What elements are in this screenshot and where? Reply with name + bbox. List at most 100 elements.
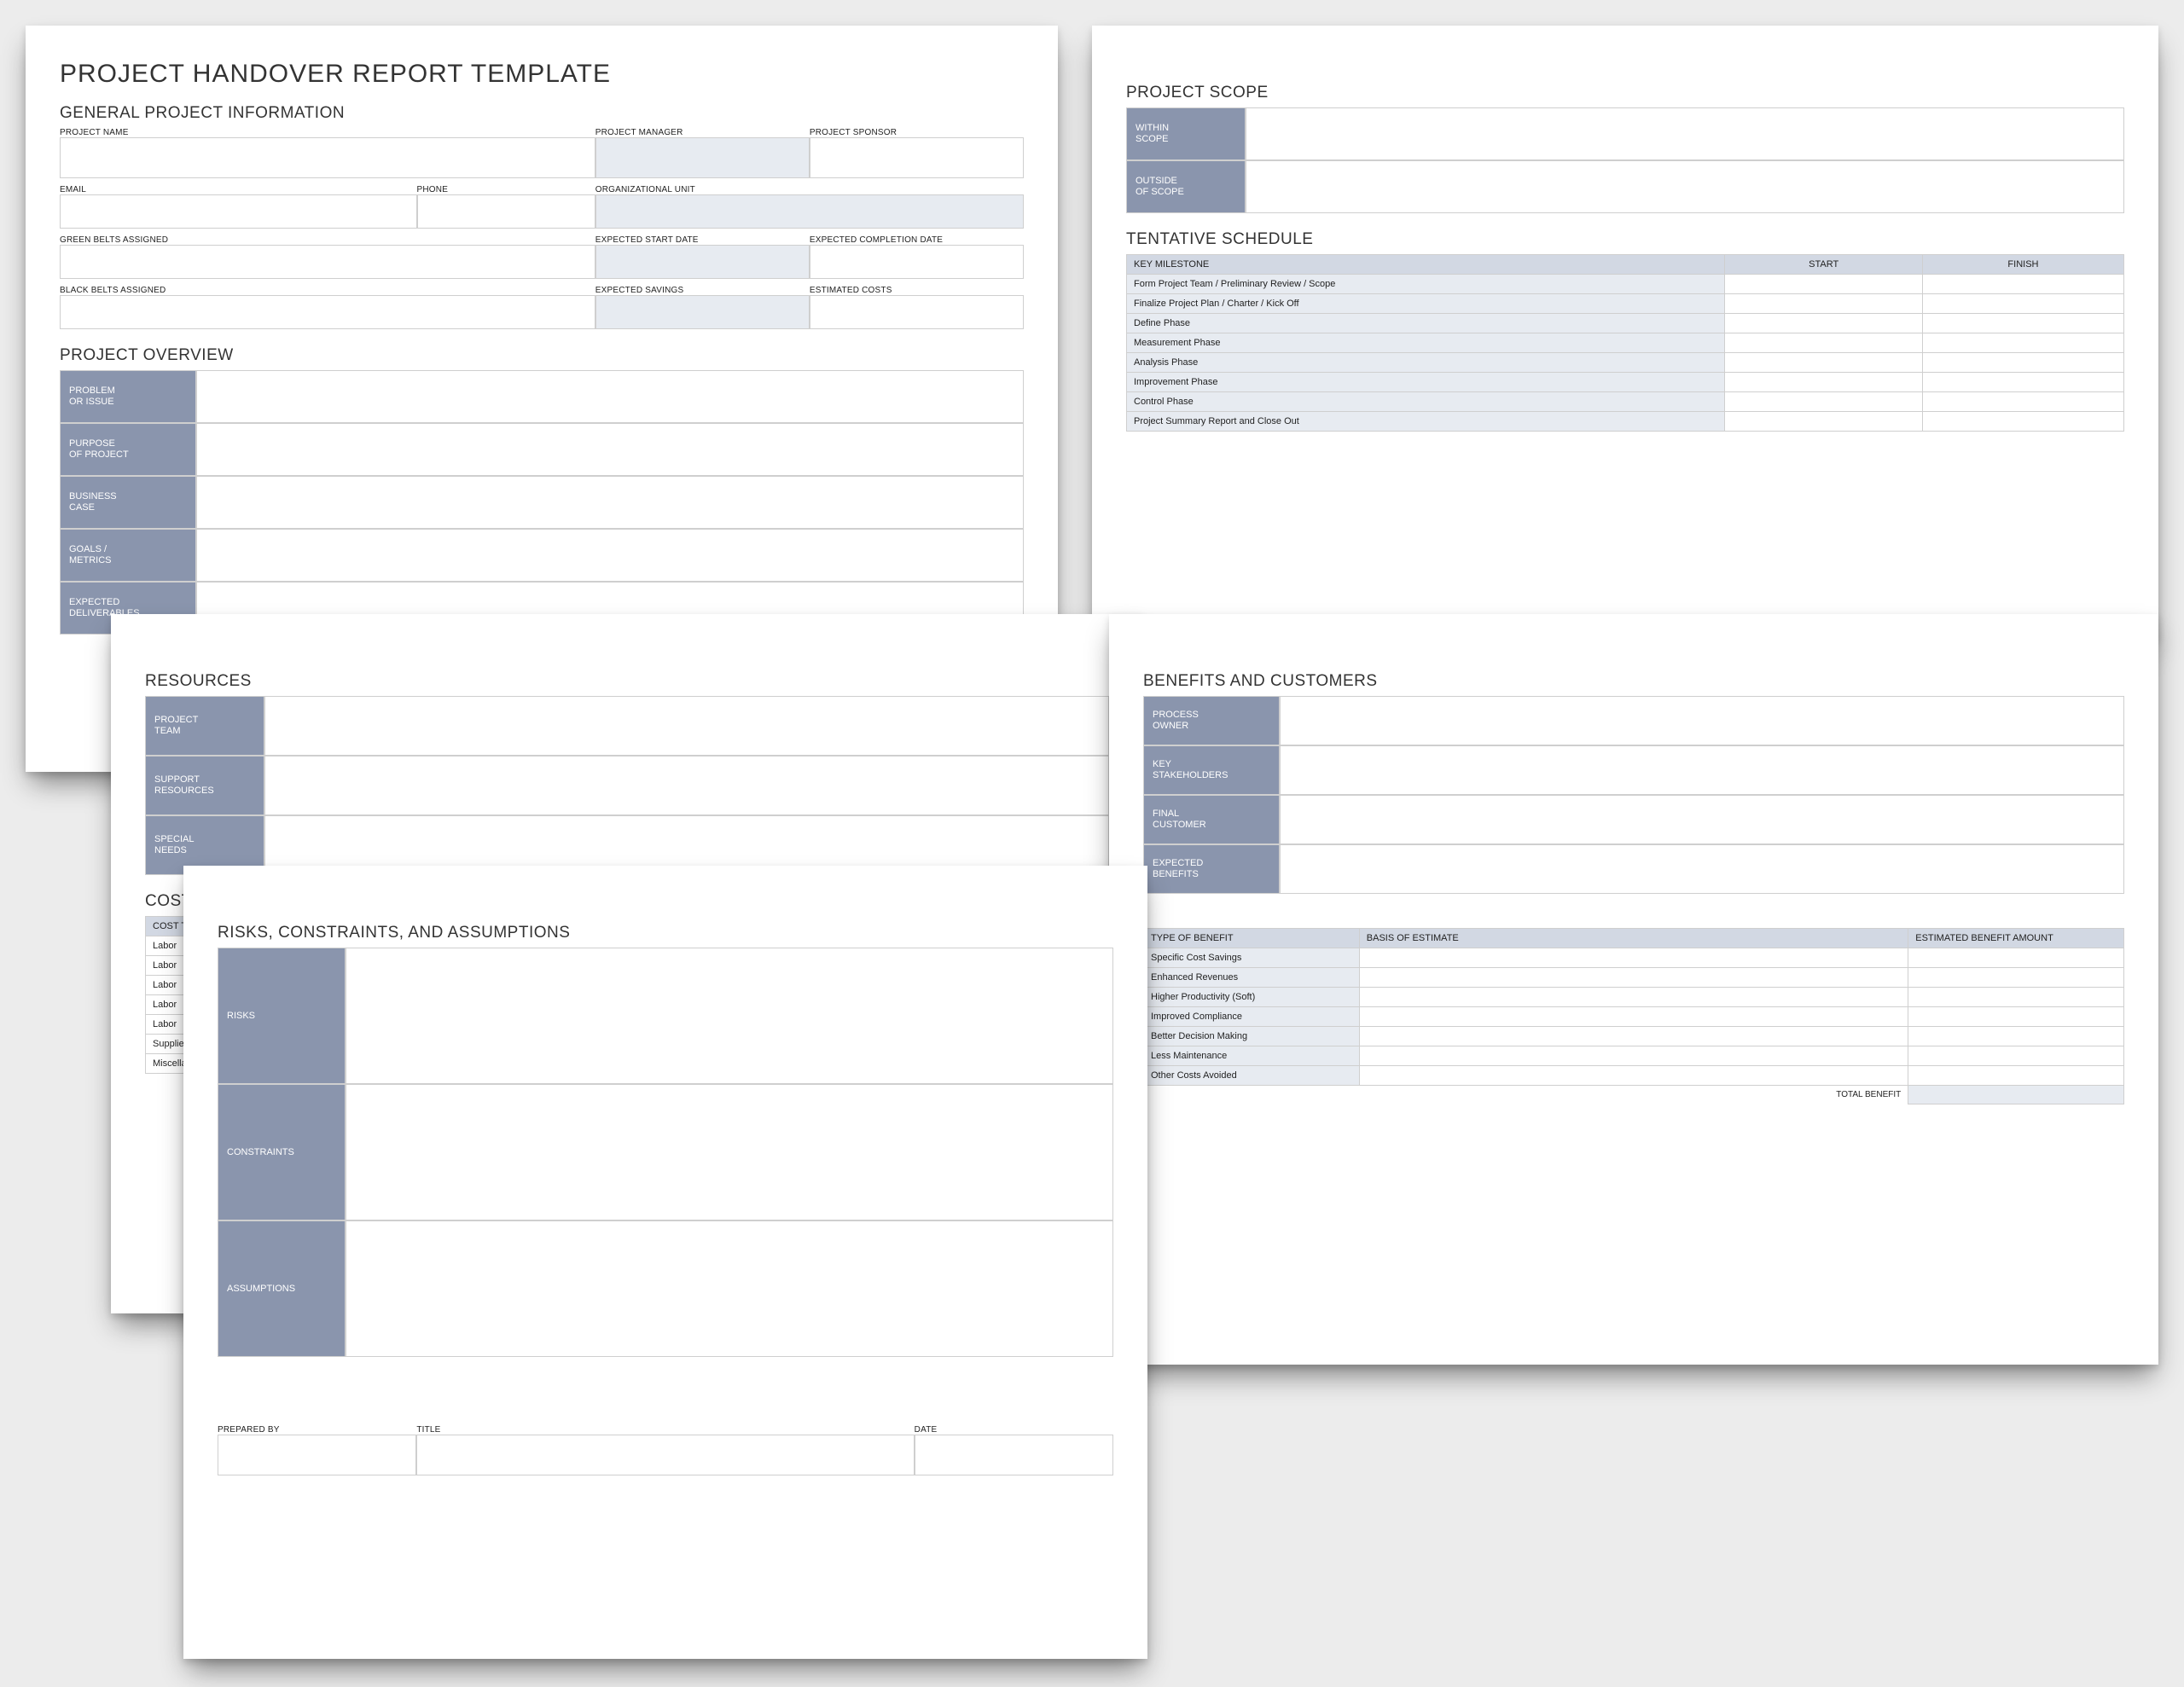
schedule-start-5[interactable] <box>1725 373 1923 392</box>
label-project-sponsor: PROJECT SPONSOR <box>810 128 1024 137</box>
schedule-finish-5[interactable] <box>1922 373 2123 392</box>
risks-value-1[interactable] <box>346 1084 1113 1220</box>
resources-value-1[interactable] <box>264 756 1109 815</box>
section-overview-title: PROJECT OVERVIEW <box>60 346 1024 365</box>
resources-label-0: PROJECT TEAM <box>145 696 264 756</box>
benefit-amount-5[interactable] <box>1908 1046 2124 1066</box>
schedule-header-finish: FINISH <box>1922 255 2123 275</box>
schedule-start-1[interactable] <box>1725 294 1923 314</box>
benefit-row-4: Better Decision Making <box>1144 1027 1360 1046</box>
benefits-row: PROCESS OWNER <box>1143 696 2124 745</box>
benefit-amount-0[interactable] <box>1908 948 2124 968</box>
input-email[interactable] <box>60 194 417 229</box>
overview-value-3[interactable] <box>196 529 1024 582</box>
benefit-basis-6[interactable] <box>1359 1066 1908 1086</box>
scope-label-1: OUTSIDE OF SCOPE <box>1126 160 1246 213</box>
benefit-basis-4[interactable] <box>1359 1027 1908 1046</box>
benefit-basis-0[interactable] <box>1359 948 1908 968</box>
input-signoff-date[interactable] <box>915 1435 1113 1475</box>
section-scope-title: PROJECT SCOPE <box>1126 84 2124 102</box>
input-signoff-title[interactable] <box>416 1435 914 1475</box>
schedule-finish-2[interactable] <box>1922 314 2123 333</box>
input-green-belts[interactable] <box>60 245 595 279</box>
benefit-header-amount: ESTIMATED BENEFIT AMOUNT <box>1908 929 2124 948</box>
benefits-label-1: KEY STAKEHOLDERS <box>1143 745 1280 795</box>
benefits-label-0: PROCESS OWNER <box>1143 696 1280 745</box>
input-org-unit[interactable] <box>595 194 1024 229</box>
overview-row: BUSINESS CASE <box>60 476 1024 529</box>
benefit-amount-4[interactable] <box>1908 1027 2124 1046</box>
schedule-start-4[interactable] <box>1725 353 1923 373</box>
benefits-value-0[interactable] <box>1280 696 2124 745</box>
benefit-amount-1[interactable] <box>1908 968 2124 988</box>
input-expected-completion[interactable] <box>810 245 1024 279</box>
benefit-amount-6[interactable] <box>1908 1066 2124 1086</box>
scope-value-0[interactable] <box>1246 107 2124 160</box>
scope-label-0: WITHIN SCOPE <box>1126 107 1246 160</box>
benefit-total-label: TOTAL BENEFIT <box>1359 1086 1908 1104</box>
schedule-header-milestone: KEY MILESTONE <box>1127 255 1725 275</box>
schedule-finish-6[interactable] <box>1922 392 2123 412</box>
resources-label-1: SUPPORT RESOURCES <box>145 756 264 815</box>
label-estimated-costs: ESTIMATED COSTS <box>810 286 1024 295</box>
label-org-unit: ORGANIZATIONAL UNIT <box>595 185 1024 194</box>
risks-row: CONSTRAINTS <box>218 1084 1113 1220</box>
schedule-finish-3[interactable] <box>1922 333 2123 353</box>
benefit-header-basis: BASIS OF ESTIMATE <box>1359 929 1908 948</box>
input-project-manager[interactable] <box>595 137 810 178</box>
input-black-belts[interactable] <box>60 295 595 329</box>
input-expected-start[interactable] <box>595 245 810 279</box>
scope-value-1[interactable] <box>1246 160 2124 213</box>
benefits-value-1[interactable] <box>1280 745 2124 795</box>
resources-row: PROJECT TEAM <box>145 696 1109 756</box>
benefits-row: FINAL CUSTOMER <box>1143 795 2124 844</box>
benefit-row-3: Improved Compliance <box>1144 1007 1360 1027</box>
label-signoff-title: TITLE <box>416 1425 914 1435</box>
schedule-finish-4[interactable] <box>1922 353 2123 373</box>
risks-value-2[interactable] <box>346 1220 1113 1357</box>
resources-value-0[interactable] <box>264 696 1109 756</box>
page-risks-signoff: RISKS, CONSTRAINTS, AND ASSUMPTIONS RISK… <box>183 866 1147 1659</box>
schedule-row-0: Form Project Team / Preliminary Review /… <box>1127 275 1725 294</box>
benefit-amount-3[interactable] <box>1908 1007 2124 1027</box>
schedule-start-7[interactable] <box>1725 412 1923 432</box>
benefit-basis-3[interactable] <box>1359 1007 1908 1027</box>
input-project-sponsor[interactable] <box>810 137 1024 178</box>
input-estimated-costs[interactable] <box>810 295 1024 329</box>
benefits-value-2[interactable] <box>1280 795 2124 844</box>
input-phone[interactable] <box>417 194 595 229</box>
label-black-belts: BLACK BELTS ASSIGNED <box>60 286 595 295</box>
main-title: PROJECT HANDOVER REPORT TEMPLATE <box>60 60 1024 89</box>
benefits-row: KEY STAKEHOLDERS <box>1143 745 2124 795</box>
schedule-finish-0[interactable] <box>1922 275 2123 294</box>
input-project-name[interactable] <box>60 137 595 178</box>
schedule-finish-1[interactable] <box>1922 294 2123 314</box>
benefit-row-1: Enhanced Revenues <box>1144 968 1360 988</box>
schedule-start-2[interactable] <box>1725 314 1923 333</box>
schedule-row-6: Control Phase <box>1127 392 1725 412</box>
benefits-label-2: FINAL CUSTOMER <box>1143 795 1280 844</box>
label-expected-completion: EXPECTED COMPLETION DATE <box>810 235 1024 245</box>
overview-value-1[interactable] <box>196 423 1024 476</box>
benefit-amount-2[interactable] <box>1908 988 2124 1007</box>
input-prepared-by[interactable] <box>218 1435 416 1475</box>
overview-row: PURPOSE OF PROJECT <box>60 423 1024 476</box>
scope-row: WITHIN SCOPE <box>1126 107 2124 160</box>
schedule-start-6[interactable] <box>1725 392 1923 412</box>
overview-value-2[interactable] <box>196 476 1024 529</box>
risks-value-0[interactable] <box>346 948 1113 1084</box>
benefit-total-value[interactable] <box>1908 1086 2124 1104</box>
label-expected-start: EXPECTED START DATE <box>595 235 810 245</box>
schedule-finish-7[interactable] <box>1922 412 2123 432</box>
section-resources-title: RESOURCES <box>145 672 1109 691</box>
schedule-start-0[interactable] <box>1725 275 1923 294</box>
benefit-basis-5[interactable] <box>1359 1046 1908 1066</box>
benefit-basis-2[interactable] <box>1359 988 1908 1007</box>
benefit-basis-1[interactable] <box>1359 968 1908 988</box>
input-expected-savings[interactable] <box>595 295 810 329</box>
overview-value-0[interactable] <box>196 370 1024 423</box>
benefits-value-3[interactable] <box>1280 844 2124 894</box>
schedule-start-3[interactable] <box>1725 333 1923 353</box>
overview-label-0: PROBLEM OR ISSUE <box>60 370 196 423</box>
overview-row: GOALS / METRICS <box>60 529 1024 582</box>
